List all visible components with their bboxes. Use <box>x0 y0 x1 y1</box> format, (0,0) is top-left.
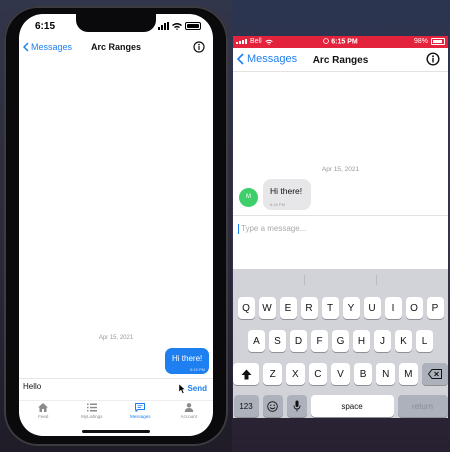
keyboard-row-2: A S D F G H J K L <box>233 330 448 352</box>
chat-date: Apr 15, 2021 <box>98 335 134 341</box>
wifi-icon <box>172 23 182 30</box>
home-icon <box>38 403 49 412</box>
tab-label: Account <box>180 414 197 419</box>
predictive-bar <box>233 269 448 291</box>
text-caret <box>238 224 239 234</box>
numbers-key[interactable]: 123 <box>233 395 259 417</box>
tab-feed[interactable]: Feed <box>19 401 68 426</box>
shift-key[interactable] <box>233 363 260 385</box>
nav-bar: Messages Arc Ranges <box>233 48 448 72</box>
avatar: M <box>239 188 258 207</box>
battery-percent: 98% <box>413 38 428 45</box>
keyboard-row-4: 123 space return <box>233 395 448 417</box>
keyboard-row-3: Z X C V B N M <box>233 363 448 385</box>
tab-account[interactable]: Account <box>165 401 214 426</box>
tab-label: Feed <box>38 414 49 419</box>
message-input[interactable]: Hello <box>23 382 143 391</box>
emoji-key[interactable] <box>262 395 283 417</box>
battery-icon <box>431 38 445 45</box>
nav-bar: Messages Arc Ranges <box>19 40 213 58</box>
alarm-icon <box>323 38 330 44</box>
chat-icon <box>135 403 146 412</box>
message-text: Hi there! <box>172 354 203 363</box>
received-message-bubble: Hi there! 6:15 PM <box>263 179 311 210</box>
keyboard: Q W E R T Y U I O P A S D F G H J K L Z … <box>233 269 448 418</box>
right-phone-screen: Bell 6:15 PM 98% Messages Arc Ranges Apr… <box>233 36 448 418</box>
send-button[interactable]: Send <box>187 384 207 393</box>
shift-arrow-icon <box>241 369 252 379</box>
backspace-icon <box>427 369 442 379</box>
status-bar: 6:15 <box>19 14 213 38</box>
message-time: 6:15 PM <box>270 202 285 207</box>
tab-label: Messages <box>129 414 151 419</box>
key[interactable]: L <box>416 330 433 352</box>
status-time: 6:15 <box>35 21 56 32</box>
battery-icon <box>185 22 201 30</box>
signal-icon <box>158 22 169 30</box>
message-text: Hi there! <box>270 186 303 196</box>
tab-mylistings[interactable]: MyListings <box>68 401 117 426</box>
info-icon[interactable] <box>426 52 440 66</box>
key[interactable]: H <box>353 330 370 352</box>
message-input[interactable]: Type a message... <box>241 224 306 233</box>
key[interactable]: A <box>248 330 265 352</box>
key[interactable]: C <box>308 363 328 385</box>
key[interactable]: G <box>332 330 349 352</box>
status-time: 6:15 PM <box>331 38 358 46</box>
key[interactable]: F <box>311 330 328 352</box>
tab-messages[interactable]: Messages <box>116 401 165 426</box>
emoji-icon <box>267 400 278 412</box>
left-phone-screen: 6:15 Messages Arc Ranges Apr 15, 2021 Hi… <box>19 14 213 436</box>
status-bar: Bell 6:15 PM 98% <box>233 36 448 48</box>
page-title: Arc Ranges <box>312 55 369 66</box>
message-time: 6:15 PM <box>190 367 205 372</box>
key[interactable]: V <box>331 363 350 385</box>
chat-date: Apr 15, 2021 <box>321 166 360 173</box>
key[interactable]: N <box>376 363 395 385</box>
list-icon <box>86 403 97 412</box>
microphone-icon <box>293 400 300 412</box>
key[interactable]: U <box>363 297 381 319</box>
key[interactable]: O <box>405 297 423 319</box>
home-indicator <box>82 430 150 433</box>
sent-message-bubble: Hi there! 6:15 PM <box>165 348 209 374</box>
mouse-pointer-icon <box>179 384 186 394</box>
key[interactable]: Z <box>263 363 283 385</box>
backspace-key[interactable] <box>421 363 448 385</box>
key[interactable]: I <box>384 297 402 319</box>
space-key[interactable]: space <box>310 395 394 417</box>
keyboard-row-1: Q W E R T Y U I O P <box>233 297 448 319</box>
key[interactable]: T <box>321 297 339 319</box>
key[interactable]: X <box>286 363 305 385</box>
key[interactable]: B <box>353 363 373 385</box>
key[interactable]: W <box>258 297 276 319</box>
tab-bar: Feed MyListings Messages Account <box>19 400 213 426</box>
dictation-key[interactable] <box>286 395 307 417</box>
key[interactable]: D <box>290 330 307 352</box>
person-icon <box>184 403 193 412</box>
info-icon[interactable] <box>193 41 205 53</box>
key[interactable]: K <box>395 330 412 352</box>
key[interactable]: Y <box>342 297 360 319</box>
message-composer: Hello Send <box>19 378 213 398</box>
return-key[interactable]: return <box>397 395 448 417</box>
key[interactable]: E <box>279 297 297 319</box>
key[interactable]: Q <box>237 297 255 319</box>
key[interactable]: J <box>374 330 391 352</box>
key[interactable]: M <box>398 363 418 385</box>
tab-label: MyListings <box>81 414 103 419</box>
key[interactable]: S <box>269 330 286 352</box>
message-composer[interactable]: Type a message... <box>233 215 448 269</box>
page-title: Arc Ranges <box>90 42 142 52</box>
key[interactable]: P <box>426 297 444 319</box>
key[interactable]: R <box>300 297 318 319</box>
